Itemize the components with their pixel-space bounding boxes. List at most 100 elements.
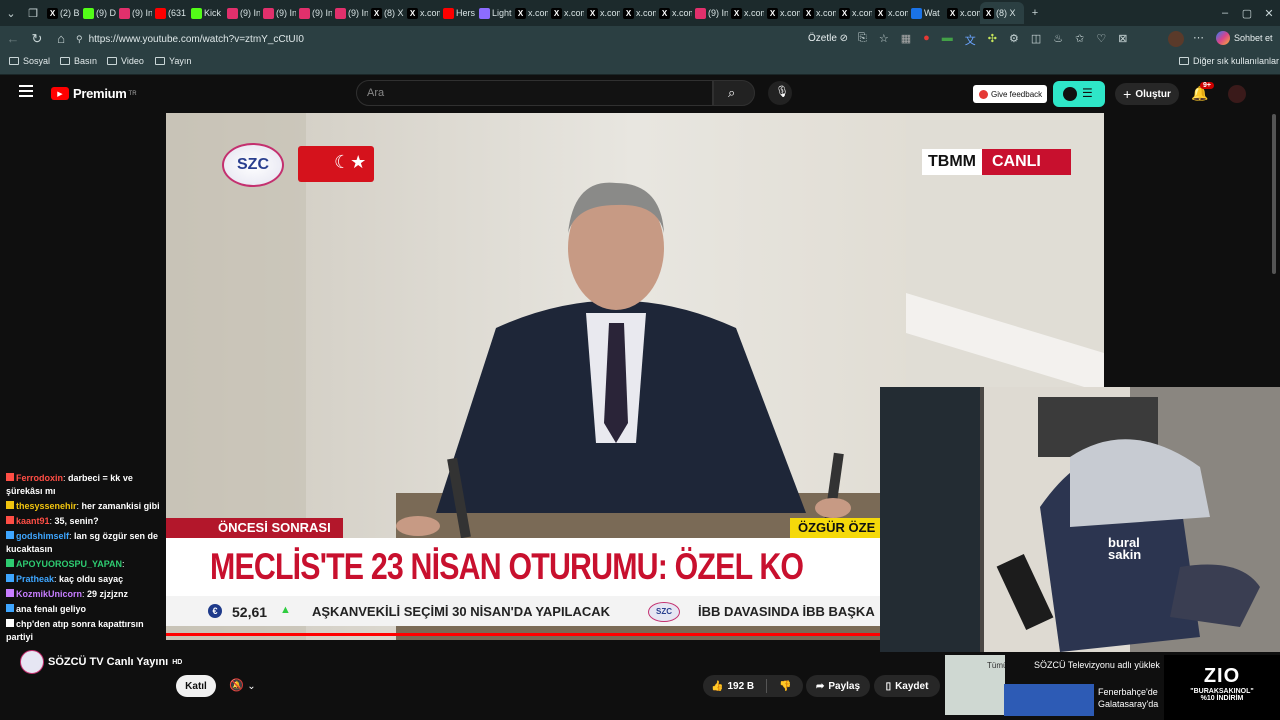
bookmark-folder-sosyal[interactable]: Sosyal <box>9 56 50 66</box>
notification-settings-button[interactable]: 🔕 ⌄ <box>229 678 256 692</box>
page-scrollbar[interactable] <box>1272 114 1276 274</box>
account-avatar[interactable] <box>1228 85 1246 103</box>
x-icon: X <box>767 7 778 19</box>
segment-label: ÖNCESİ SONRASI <box>166 518 343 538</box>
favorite-star-icon[interactable]: ☆ <box>879 32 889 48</box>
browser-tab[interactable]: (9) In <box>116 2 152 24</box>
extension-puzzle-icon[interactable]: ✣ <box>988 32 997 48</box>
extension-panel-button[interactable]: ☰ <box>1053 81 1105 107</box>
tab-label: (9) In <box>240 8 260 18</box>
summarize-button[interactable]: Özetle ⊘ <box>808 33 848 44</box>
related-video-title[interactable]: Fenerbahçe'de Galatasaray'da <box>1098 686 1164 710</box>
browser-tab[interactable]: X (2) B <box>44 2 80 24</box>
maximize-button[interactable]: ▢ <box>1236 7 1258 20</box>
browser-tab[interactable]: Xx.com <box>584 2 620 24</box>
performance-icon[interactable]: ♨ <box>1053 32 1063 48</box>
share-button[interactable]: ➦ Paylaş <box>806 675 870 697</box>
youtube-play-icon: ▶ <box>51 87 69 100</box>
browser-tab[interactable]: (9) In <box>332 2 368 24</box>
favorites-icon[interactable]: ✩ <box>1075 32 1084 48</box>
instagram-icon <box>335 7 346 19</box>
give-feedback-button[interactable]: Give feedback <box>973 85 1047 103</box>
extension-green-icon[interactable]: ▬ <box>942 32 953 48</box>
browser-tab[interactable]: (9) In <box>296 2 332 24</box>
browser-tab[interactable]: X (8) X <box>368 2 404 24</box>
extensions-icon[interactable]: ⚙ <box>1009 32 1019 48</box>
browser-tab[interactable]: Xx.com <box>512 2 548 24</box>
guide-menu-icon[interactable] <box>19 85 33 97</box>
site-info-icon[interactable]: ⚲ <box>76 34 83 45</box>
url-bar[interactable]: ⚲ https://www.youtube.com/watch?v=ztmY_c… <box>76 29 796 49</box>
search-button[interactable]: ⌕ <box>713 80 755 106</box>
browser-tab[interactable]: Xx.com <box>548 2 584 24</box>
x-icon: X <box>659 7 670 19</box>
extension-red-icon[interactable]: ● <box>923 32 930 48</box>
join-button[interactable]: Katıl <box>176 675 216 697</box>
browser-tab[interactable]: (9) In <box>224 2 260 24</box>
related-video-thumbnail[interactable] <box>1004 684 1094 716</box>
create-button[interactable]: + Oluştur <box>1115 83 1179 105</box>
bookmark-folder-video[interactable]: Video <box>107 56 144 66</box>
browser-tab[interactable]: Kick <box>188 2 224 24</box>
promo-text-1[interactable]: SÖZCÜ Televizyonu adlı yüklek <box>1034 660 1160 670</box>
browser-tab[interactable]: Xx.com <box>836 2 872 24</box>
promo-thumbnail[interactable]: Tümü <box>945 655 1005 715</box>
bookmark-folder-basin[interactable]: Basın <box>60 56 97 66</box>
back-button[interactable]: ← <box>4 30 22 48</box>
browser-tab[interactable]: X (8) X <box>980 2 1024 24</box>
copilot-button[interactable]: Sohbet et <box>1216 31 1273 45</box>
browser-tab[interactable]: Xx.com <box>620 2 656 24</box>
notification-badge: 9+ <box>1200 82 1214 89</box>
tab-label: x.com <box>420 8 440 18</box>
collections-icon[interactable]: ♡ <box>1096 32 1106 48</box>
translate-icon[interactable]: 文 <box>965 32 976 48</box>
tab-label: x.com <box>600 8 620 18</box>
reload-button[interactable]: ↻ <box>28 30 46 48</box>
browser-tab[interactable]: Xx.com <box>800 2 836 24</box>
extension-icon[interactable]: ▦ <box>901 32 911 48</box>
tab-actions-icon[interactable]: ⌄ <box>0 7 22 20</box>
browser-tab[interactable]: Xx.com <box>728 2 764 24</box>
more-menu-icon[interactable]: ⋯ <box>1193 31 1204 44</box>
notifications-button[interactable]: 🔔 9+ <box>1191 82 1214 102</box>
like-button[interactable]: 👍 192 B <box>711 681 754 692</box>
save-button[interactable]: ▯ Kaydet <box>874 675 940 697</box>
like-dislike-group: 👍 192 B 👎 <box>703 675 803 697</box>
read-mode-icon[interactable]: ⎘ <box>858 32 867 48</box>
feedback-icon <box>979 89 988 99</box>
bookmark-folder-yayin[interactable]: Yayın <box>155 56 191 66</box>
profile-avatar[interactable] <box>1168 31 1184 47</box>
browser-tab[interactable]: Xx.com <box>656 2 692 24</box>
browser-tab[interactable]: (9) D <box>80 2 116 24</box>
browser-tab[interactable]: Xx.com <box>872 2 908 24</box>
new-tab-button[interactable]: + <box>1024 7 1046 19</box>
minimize-button[interactable]: – <box>1214 7 1236 19</box>
x-icon: X <box>947 7 958 19</box>
browser-tab[interactable]: Xx.com <box>404 2 440 24</box>
browser-tab[interactable]: Xx.com <box>764 2 800 24</box>
browser-tab[interactable]: Light <box>476 2 512 24</box>
browser-tab[interactable]: Xx.com <box>944 2 980 24</box>
search-input[interactable]: Ara <box>356 80 713 106</box>
chevron-down-icon: ⌄ <box>247 681 256 692</box>
youtube-logo[interactable]: ▶ Premium TR <box>51 86 137 101</box>
browser-tab[interactable]: Hers <box>440 2 476 24</box>
currency-icon: € <box>208 604 222 618</box>
browser-tab[interactable]: (631 <box>152 2 188 24</box>
close-window-button[interactable]: ✕ <box>1258 7 1280 20</box>
browser-tab[interactable]: (9) In <box>692 2 728 24</box>
stream-chat-overlay: Ferrodoxin: darbeci = kk ve şürekâsı mı t… <box>0 470 166 720</box>
other-bookmarks[interactable]: Diğer sık kullanılanlar <box>1179 56 1279 66</box>
chat-badge-icon <box>6 604 14 612</box>
bookmark-label: Yayın <box>169 56 192 66</box>
browser-tab[interactable]: Wat <box>908 2 944 24</box>
voice-search-button[interactable]: 🎙 <box>768 81 792 105</box>
browser-tab[interactable]: (9) In <box>260 2 296 24</box>
home-button[interactable]: ⌂ <box>52 30 70 48</box>
screenshot-icon[interactable]: ⊠ <box>1118 32 1127 48</box>
youtube-icon <box>443 7 454 19</box>
workspaces-icon[interactable]: ❐ <box>22 7 44 20</box>
split-screen-icon[interactable]: ◫ <box>1031 32 1041 48</box>
channel-info[interactable]: SÖZCÜ TV Canlı Yayını HD <box>20 650 182 674</box>
dislike-button[interactable]: 👎 <box>779 681 791 692</box>
